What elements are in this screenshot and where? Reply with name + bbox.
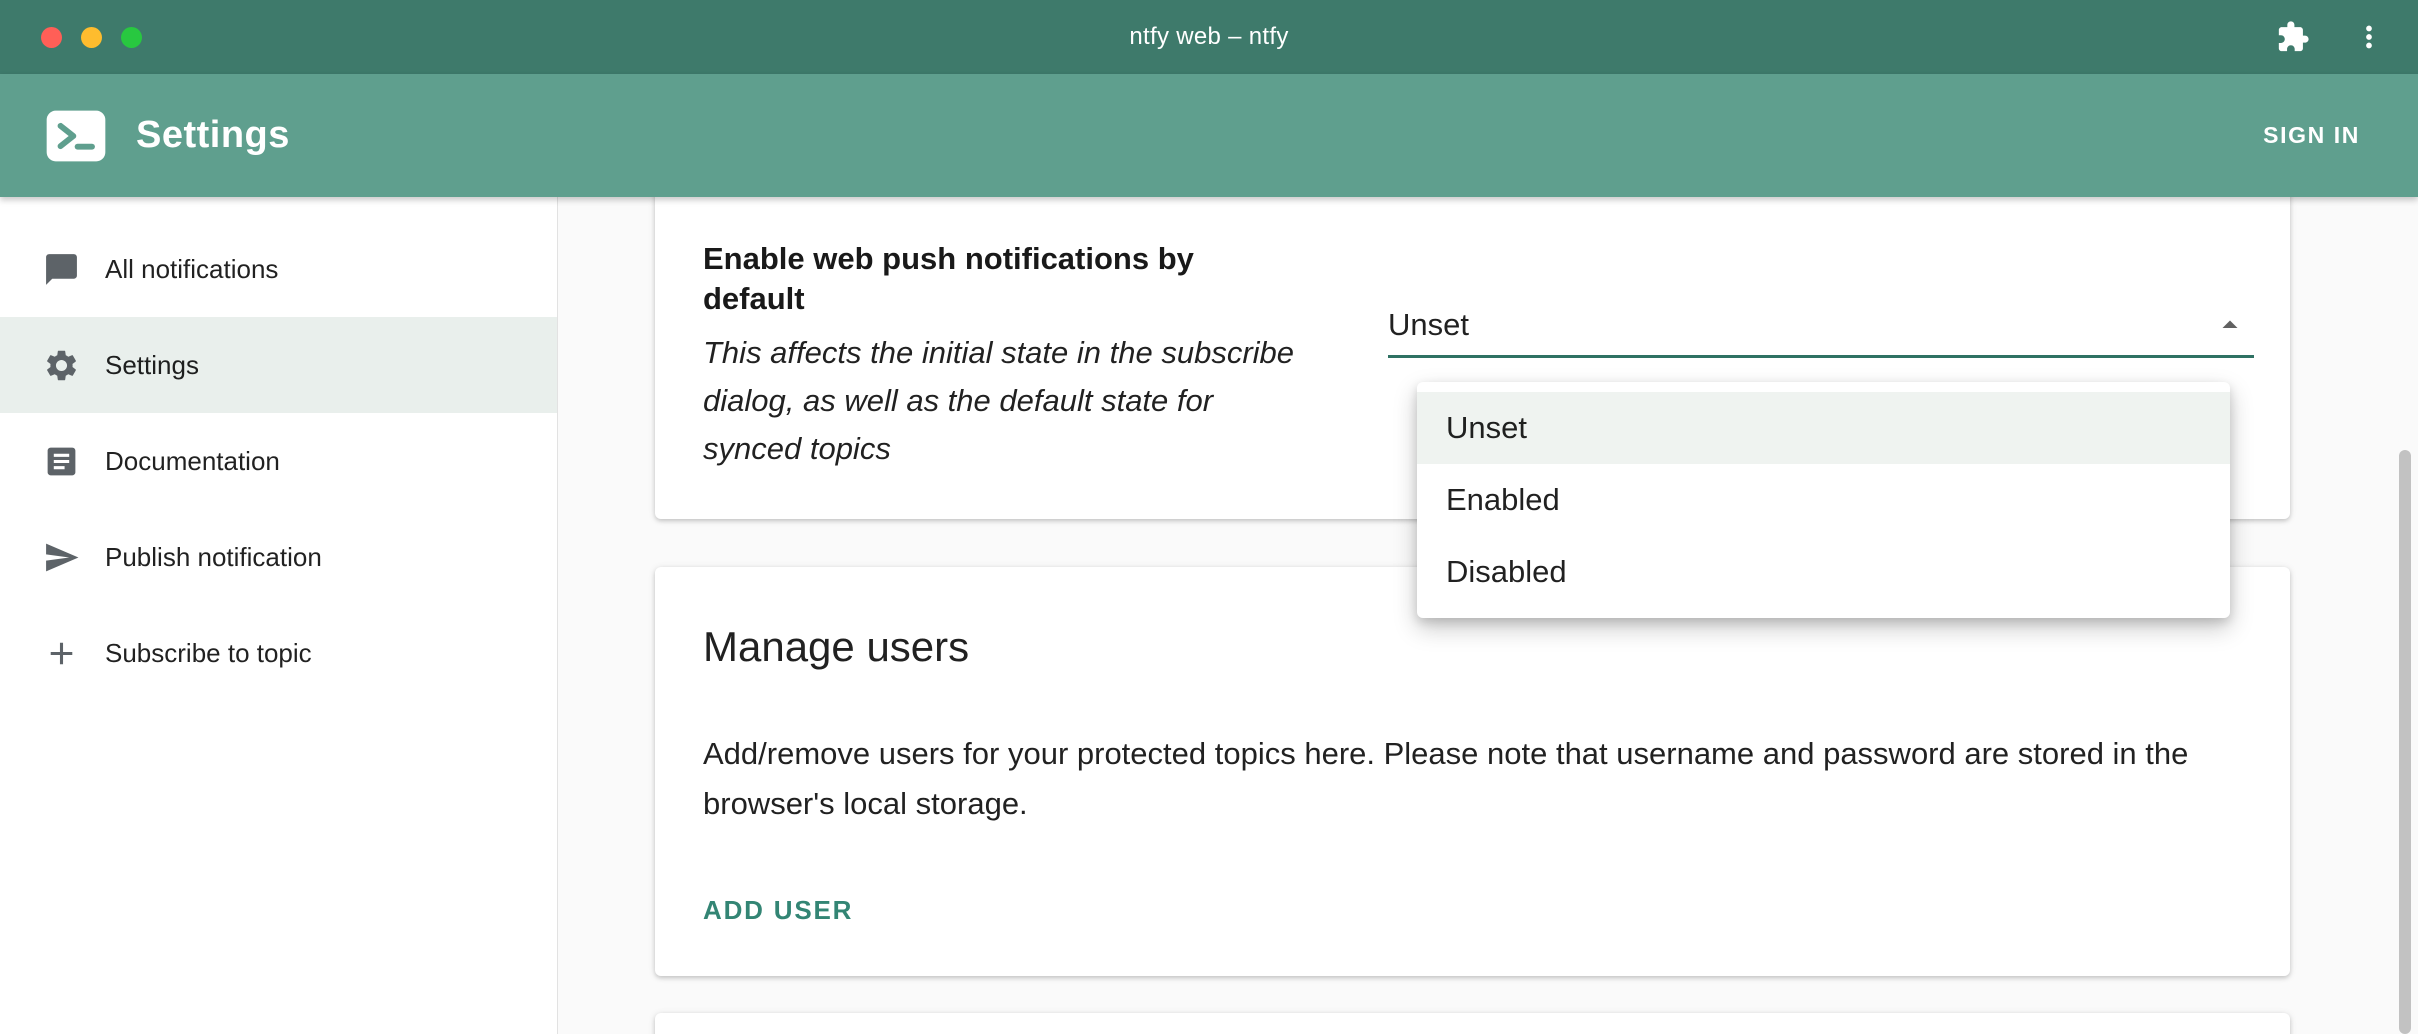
menu-option-unset[interactable]: Unset — [1417, 392, 2230, 464]
setting-title: Enable web push notifications by default — [703, 239, 1303, 319]
window-controls — [41, 0, 142, 74]
chat-bubble-icon — [43, 251, 80, 288]
add-user-button[interactable]: ADD USER — [703, 885, 853, 936]
send-icon — [43, 539, 80, 576]
sign-in-button[interactable]: SIGN IN — [2249, 110, 2374, 161]
puzzle-icon[interactable] — [2276, 20, 2310, 54]
close-window-button[interactable] — [41, 27, 62, 48]
sidebar-item-all-notifications[interactable]: All notifications — [0, 221, 557, 317]
page-title: Settings — [136, 114, 290, 157]
manage-users-description: Add/remove users for your protected topi… — [703, 729, 2242, 829]
setting-description: This affects the initial state in the su… — [703, 329, 1303, 473]
sidebar-item-label: Subscribe to topic — [105, 638, 312, 669]
sidebar-item-label: Documentation — [105, 446, 280, 477]
select-value: Unset — [1388, 307, 1469, 343]
sidebar-item-publish-notification[interactable]: Publish notification — [0, 509, 557, 605]
sidebar-item-label: All notifications — [105, 254, 278, 285]
web-push-default-select[interactable]: Unset — [1388, 307, 2254, 358]
window-title: ntfy web – ntfy — [1129, 23, 1288, 51]
plus-icon — [43, 635, 80, 672]
next-card-partial — [655, 1013, 2290, 1034]
manage-users-card: Manage users Add/remove users for your p… — [655, 567, 2290, 976]
article-icon — [43, 443, 80, 480]
sidebar-item-label: Publish notification — [105, 542, 322, 573]
appbar: Settings SIGN IN — [0, 74, 2418, 197]
manage-users-title: Manage users — [703, 623, 2242, 671]
menu-option-disabled[interactable]: Disabled — [1417, 536, 2230, 608]
sidebar-item-settings[interactable]: Settings — [0, 317, 557, 413]
kebab-menu-icon[interactable] — [2352, 20, 2386, 54]
gear-icon — [43, 347, 80, 384]
setting-text-block: Enable web push notifications by default… — [703, 197, 1303, 519]
menu-option-enabled[interactable]: Enabled — [1417, 464, 2230, 536]
window-titlebar: ntfy web – ntfy — [0, 0, 2418, 74]
vertical-scrollbar-thumb[interactable] — [2399, 450, 2411, 1034]
ntfy-logo — [44, 104, 108, 168]
arrow-up-icon — [2212, 307, 2248, 343]
sidebar-item-label: Settings — [105, 350, 199, 381]
titlebar-actions — [2276, 0, 2386, 74]
sidebar: All notifications Settings Documentation… — [0, 197, 558, 1034]
maximize-window-button[interactable] — [121, 27, 142, 48]
minimize-window-button[interactable] — [81, 27, 102, 48]
sidebar-item-subscribe-to-topic[interactable]: Subscribe to topic — [0, 605, 557, 701]
sidebar-item-documentation[interactable]: Documentation — [0, 413, 557, 509]
screen: ntfy web – ntfy Settings SIGN IN All not… — [0, 0, 2418, 1034]
select-dropdown-menu: Unset Enabled Disabled — [1417, 382, 2230, 618]
